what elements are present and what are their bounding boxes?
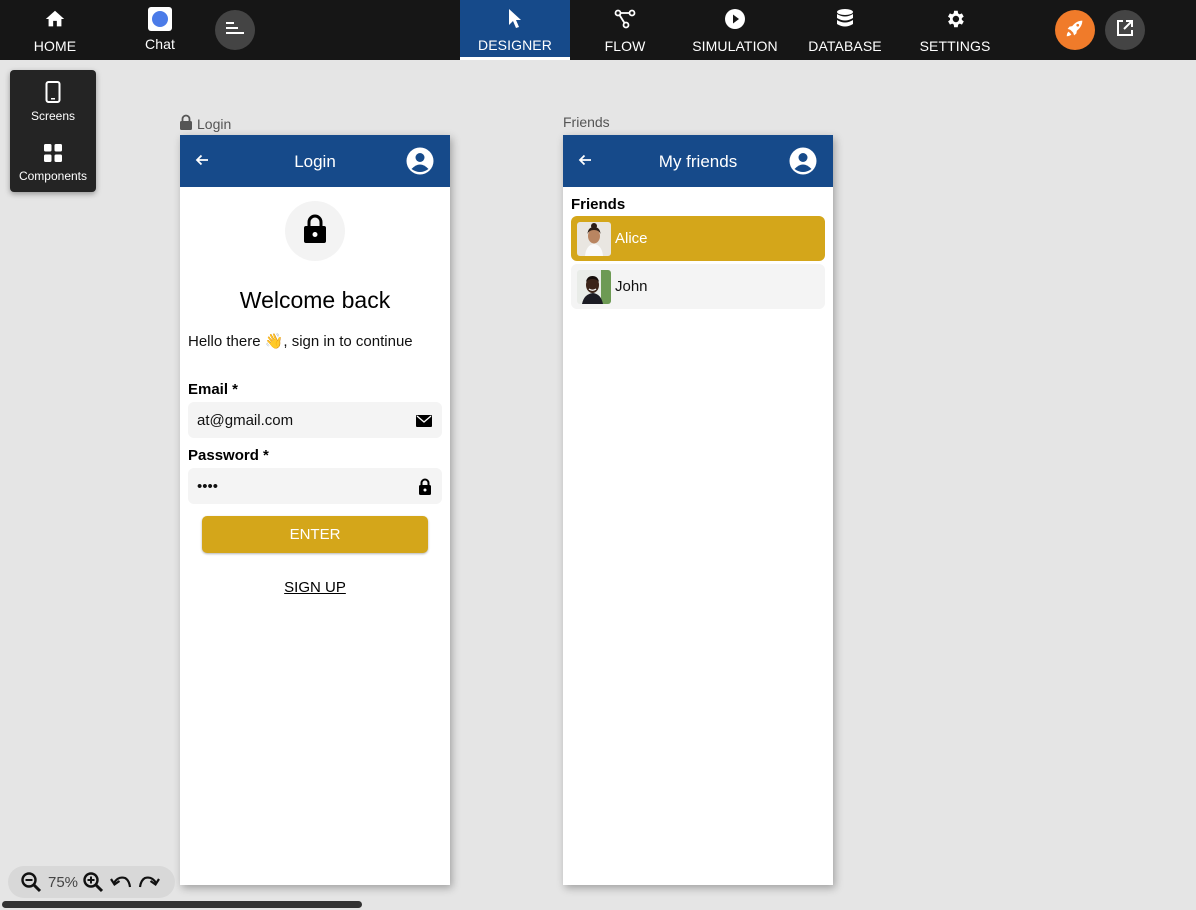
nav-designer-label: DESIGNER [478,37,552,53]
nav-home[interactable]: HOME [20,0,90,60]
nav-flow-label: FLOW [604,38,646,54]
tool-screens-label: Screens [30,109,76,123]
friends-screen: My friends Friends Alice John [563,135,833,885]
undo-icon[interactable] [110,873,132,891]
login-screen: Login Welcome back Hello there 👋, sign i… [180,135,450,885]
lock-icon [179,114,193,133]
email-label: Email * [188,381,239,398]
nav-designer[interactable]: DESIGNER [460,0,570,60]
tool-components[interactable]: Components [10,143,96,183]
database-icon [836,7,854,31]
nav-chat-label: Chat [145,36,175,52]
lock-avatar [285,201,345,261]
zoom-controls: 75% [8,866,175,898]
login-app-bar: Login [180,135,450,187]
horizontal-scrollbar[interactable] [2,901,362,908]
friend-row-alice[interactable]: Alice [571,216,825,261]
enter-button[interactable]: ENTER [202,516,428,553]
nav-simulation[interactable]: SIMULATION [690,0,780,60]
password-lock-icon [418,478,432,500]
friends-screen-caption-text: Friends [563,114,610,130]
sign-up-link[interactable]: SIGN UP [180,579,450,596]
grid-icon [43,143,63,166]
nav-database[interactable]: DATABASE [805,0,885,60]
friend-name: Alice [615,230,648,247]
gear-icon [944,7,966,31]
zoom-level: 75% [48,873,79,891]
login-screen-caption[interactable]: Login [179,114,231,133]
account-circle-icon[interactable] [406,147,434,180]
email-value: at@gmail.com [197,412,294,429]
friends-screen-caption[interactable]: Friends [563,114,610,130]
friend-row-john[interactable]: John [571,264,825,309]
email-field[interactable]: at@gmail.com [188,402,442,438]
padlock-icon [303,214,327,249]
mail-icon [416,414,432,432]
tool-screens[interactable]: Screens [10,81,96,123]
redo-icon[interactable] [138,873,160,891]
account-circle-icon[interactable] [789,147,817,180]
avatar [577,222,611,256]
tool-panel: Screens Components [10,70,96,192]
hello-text: Hello there 👋, sign in to continue [188,333,413,350]
play-circle-icon [724,7,746,31]
friends-app-bar: My friends [563,135,833,187]
external-link-icon [1115,18,1135,43]
zoom-out-icon[interactable] [20,871,42,893]
tool-components-label: Components [18,169,88,183]
chat-icon [147,7,173,31]
outline-toggle-button[interactable] [215,10,255,50]
nav-settings[interactable]: SETTINGS [915,0,995,60]
nav-simulation-label: SIMULATION [692,38,778,54]
password-label: Password * [188,447,269,464]
cursor-pointer-icon [506,7,524,31]
open-external-button[interactable] [1105,10,1145,50]
nav-chat[interactable]: Chat [130,0,190,60]
nav-database-label: DATABASE [808,38,882,54]
nav-settings-label: SETTINGS [919,38,991,54]
password-value: •••• [197,478,219,495]
friend-name: John [615,278,648,295]
home-icon [44,7,66,31]
align-left-icon [226,21,244,40]
launch-button[interactable] [1055,10,1095,50]
nav-flow[interactable]: FLOW [585,0,665,60]
login-screen-caption-text: Login [197,115,232,132]
welcome-heading: Welcome back [239,287,391,313]
avatar [577,270,611,304]
zoom-in-icon[interactable] [82,871,104,893]
flow-icon [614,7,636,31]
smartphone-icon [45,81,61,106]
friends-section-title: Friends [571,196,626,213]
rocket-icon [1064,17,1086,44]
nav-home-label: HOME [33,38,77,54]
password-field[interactable]: •••• [188,468,442,504]
top-nav-bar: HOME Chat DESIGNER FLOW SIMULATION DATAB… [0,0,1196,60]
